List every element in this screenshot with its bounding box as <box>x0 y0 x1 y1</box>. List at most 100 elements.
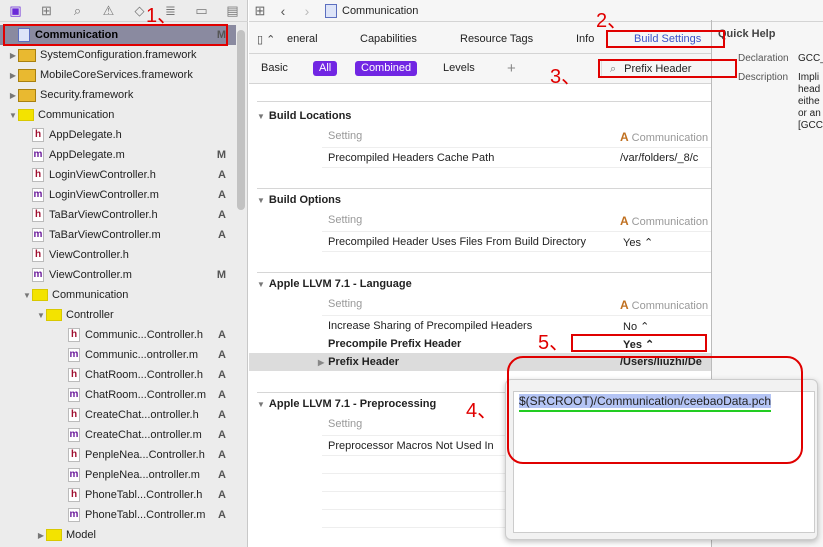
divider <box>322 147 711 148</box>
navigator-item[interactable]: m ViewController.m M <box>0 265 236 285</box>
navigator-item[interactable]: ▼ Communication <box>0 105 236 125</box>
scm-status-badge: A <box>218 489 226 501</box>
disclosure-icon[interactable]: ▶ <box>8 91 18 100</box>
project-icon <box>325 3 337 18</box>
framework-icon <box>18 48 36 62</box>
disclosure-icon[interactable]: ▶ <box>318 358 324 367</box>
navigator-item[interactable]: h PenpleNea...Controller.h A <box>0 445 236 465</box>
section-header[interactable]: Apple LLVM 7.1 - Preprocessing <box>257 398 436 410</box>
setting-column-label: Setting <box>328 214 363 226</box>
breadcrumb[interactable]: Communication <box>342 5 418 17</box>
navigator-item[interactable]: h AppDelegate.h <box>0 125 236 145</box>
header-file-icon: h <box>68 368 80 382</box>
divider <box>322 315 711 316</box>
declaration-label: Declaration <box>738 53 789 64</box>
section-header[interactable]: Apple LLVM 7.1 - Language <box>257 278 412 290</box>
navigator-item[interactable]: m TaBarViewController.m A <box>0 225 236 245</box>
annotation-box <box>3 24 228 46</box>
filter-basic[interactable]: Basic <box>255 61 294 76</box>
navigator-item[interactable]: m PenpleNea...ontroller.m A <box>0 465 236 485</box>
header-file-icon: h <box>68 488 80 502</box>
disclosure-icon[interactable]: ▶ <box>36 531 46 540</box>
navigator-item[interactable]: ▶ Model <box>0 525 236 545</box>
disclosure-icon[interactable]: ▼ <box>8 111 18 120</box>
add-setting-button[interactable]: + <box>501 61 522 76</box>
setting-name[interactable]: Preprocessor Macros Not Used In <box>328 440 494 452</box>
navigator-item[interactable]: ▶ Security.framework <box>0 85 236 105</box>
navigator-item[interactable]: ▼ Communication <box>0 285 236 305</box>
source-file-icon: m <box>68 428 80 442</box>
setting-name[interactable]: Precompile Prefix Header <box>328 338 461 350</box>
toggle-sidebar-icon[interactable]: ▯ ⌃ <box>257 33 275 46</box>
tab-general[interactable]: eneral <box>287 33 318 45</box>
navigator-item[interactable]: h TaBarViewController.h A <box>0 205 236 225</box>
navigator-item[interactable]: h CreateChat...ontroller.h A <box>0 405 236 425</box>
header-file-icon: h <box>68 328 80 342</box>
divider <box>322 231 711 232</box>
header-file-icon: h <box>68 448 80 462</box>
section-header[interactable]: Build Locations <box>257 110 352 122</box>
target-column: A Communication <box>620 298 709 312</box>
setting-name[interactable]: ▶ Prefix Header <box>318 356 399 368</box>
log-icon[interactable]: ▤ <box>223 3 243 19</box>
disclosure-icon[interactable]: ▼ <box>36 311 46 320</box>
scm-status-badge: A <box>218 469 226 481</box>
navigator-item[interactable]: h ChatRoom...Controller.h A <box>0 365 236 385</box>
folder-icon[interactable]: ▣ <box>6 3 26 19</box>
navigator-selector-bar: ▣ ⊞ ⌕ ⚠ ◇ ≣ ▭ ▤ <box>0 0 248 22</box>
navigator-item[interactable]: ▶ SystemConfiguration.framework <box>0 45 236 65</box>
navigator-item[interactable]: h ViewController.h <box>0 245 236 265</box>
folder-icon <box>46 529 62 541</box>
setting-value[interactable]: No ⌃ <box>623 320 649 333</box>
search-icon[interactable]: ⌕ <box>68 3 88 19</box>
disclosure-icon[interactable]: ▶ <box>8 71 18 80</box>
navigator-item[interactable]: h LoginViewController.h A <box>0 165 236 185</box>
target-column: A Communication <box>620 214 709 228</box>
navigator-item-label: TaBarViewController.h <box>49 209 158 221</box>
tab-capabilities[interactable]: Capabilities <box>360 33 417 45</box>
navigator-item[interactable]: m LoginViewController.m A <box>0 185 236 205</box>
setting-value[interactable]: /var/folders/_8/c <box>620 152 698 164</box>
navigator-item[interactable]: m AppDelegate.m M <box>0 145 236 165</box>
framework-icon <box>18 68 36 82</box>
hierarchy-icon[interactable]: ⊞ <box>37 3 57 19</box>
source-file-icon: m <box>68 348 80 362</box>
setting-name[interactable]: Precompiled Header Uses Files From Build… <box>328 236 586 248</box>
disclosure-icon[interactable]: ▼ <box>22 291 32 300</box>
breakpoint-icon[interactable]: ▭ <box>192 3 212 19</box>
scm-status-badge: A <box>218 349 226 361</box>
navigator-item[interactable]: ▼ Controller <box>0 305 236 325</box>
sidebar-scrollbar[interactable] <box>237 30 245 210</box>
navigator-item-label: LoginViewController.h <box>49 169 156 181</box>
back-icon[interactable]: ‹ <box>271 3 295 19</box>
scm-status-badge: A <box>218 209 226 221</box>
navigator-item[interactable]: m PhoneTabl...Controller.m A <box>0 505 236 525</box>
setting-value[interactable]: Yes ⌃ <box>623 236 653 249</box>
navigator-item[interactable]: h PhoneTabl...Controller.h A <box>0 485 236 505</box>
divider <box>322 251 711 252</box>
xcode-target-icon: A <box>620 298 629 312</box>
setting-name[interactable]: Increase Sharing of Precompiled Headers <box>328 320 532 332</box>
scm-status-badge: M <box>216 149 226 161</box>
navigator-item-label: ViewController.m <box>49 269 132 281</box>
navigator-item-label: Communic...Controller.h <box>85 329 203 341</box>
filter-all[interactable]: All <box>313 61 338 76</box>
navigator-item[interactable]: ▶ MobileCoreServices.framework <box>0 65 236 85</box>
tab-info[interactable]: Info <box>576 33 594 45</box>
warning-icon[interactable]: ⚠ <box>99 3 119 19</box>
grid-icon[interactable]: ⊞ <box>249 3 271 19</box>
navigator-item-label: Communication <box>38 109 115 121</box>
disclosure-icon[interactable]: ▶ <box>8 51 18 60</box>
setting-name[interactable]: Precompiled Headers Cache Path <box>328 152 494 164</box>
filter-combined[interactable]: Combined <box>355 61 418 76</box>
section-header[interactable]: Build Options <box>257 194 341 206</box>
navigator-item[interactable]: m Communic...ontroller.m A <box>0 345 236 365</box>
navigator-item[interactable]: m ChatRoom...Controller.m A <box>0 385 236 405</box>
navigator-item[interactable]: m CreateChat...ontroller.m A <box>0 425 236 445</box>
filter-levels[interactable]: Levels <box>437 61 481 76</box>
tab-resource-tags[interactable]: Resource Tags <box>460 33 533 45</box>
navigator-item-label: CreateChat...ontroller.h <box>85 409 199 421</box>
divider <box>257 272 711 273</box>
navigator-item[interactable]: h Communic...Controller.h A <box>0 325 236 345</box>
forward-icon[interactable]: › <box>295 3 319 19</box>
